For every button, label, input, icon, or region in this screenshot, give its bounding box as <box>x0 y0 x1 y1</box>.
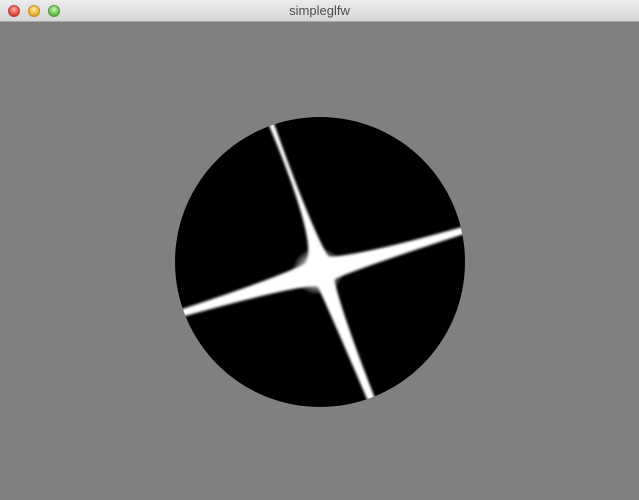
star-core-bright <box>306 260 330 282</box>
scene-svg <box>175 117 465 407</box>
app-window: simpleglfw <box>0 0 639 500</box>
title-bar[interactable]: simpleglfw <box>0 0 639 22</box>
zoom-button[interactable] <box>48 5 60 17</box>
window-title: simpleglfw <box>289 3 350 18</box>
close-button[interactable] <box>8 5 20 17</box>
render-canvas[interactable] <box>0 22 639 500</box>
minimize-button[interactable] <box>28 5 40 17</box>
